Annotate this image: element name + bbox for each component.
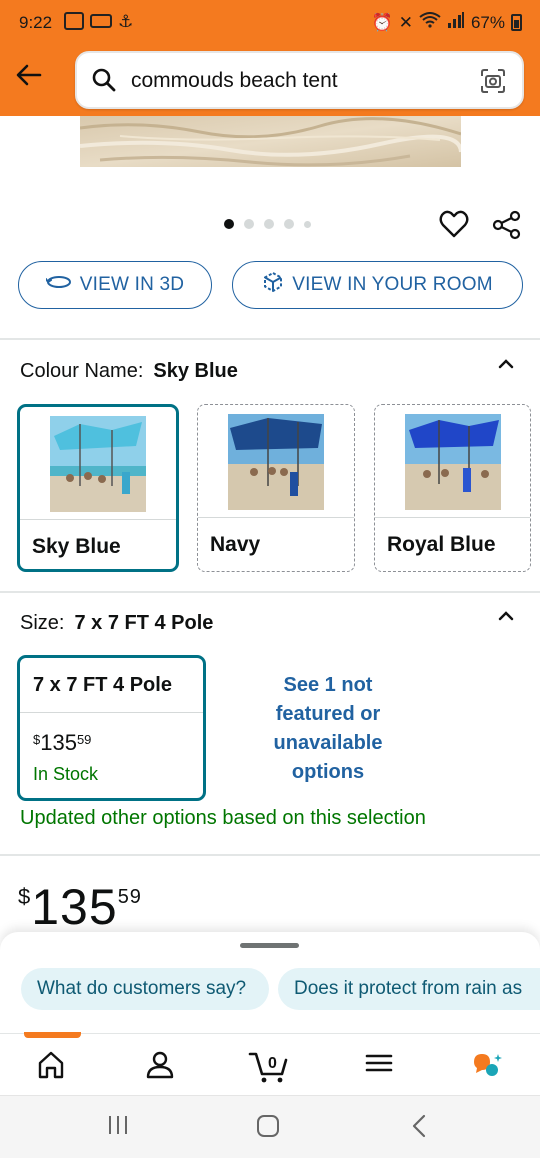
screen: 9:22 ⚓ ⏰ ✕ 67% commouds beach tent VIEW … (0, 0, 540, 1158)
price-fraction: 59 (76, 732, 92, 747)
stock-status: In Stock (33, 764, 99, 784)
home-icon[interactable] (34, 1048, 74, 1088)
colour-option-royal-blue[interactable]: Royal Blue (374, 404, 531, 572)
search-bar[interactable]: commouds beach tent (75, 51, 524, 109)
assistant-suggestions-sheet: What do customers say? Does it protect f… (0, 932, 540, 1034)
divider (0, 591, 540, 593)
pagination-dot-2 (244, 219, 254, 229)
size-option-selected[interactable]: 7 x 7 FT 4 Pole $13559 In Stock (17, 655, 206, 801)
menu-icon[interactable] (364, 1048, 404, 1088)
recent-apps-icon[interactable] (106, 1114, 130, 1141)
rufus-icon[interactable] (470, 1048, 510, 1088)
colour-option-label: Sky Blue (32, 535, 121, 558)
status-bar: 9:22 ⚓ ⏰ ✕ 67% (0, 0, 540, 46)
battery-percent: 67% (470, 12, 505, 32)
system-navigation-bar (0, 1095, 540, 1158)
colour-option-navy[interactable]: Navy (197, 404, 355, 572)
pagination-dot-3 (264, 219, 274, 229)
view-in-3d-button[interactable]: VIEW IN 3D (18, 261, 212, 309)
product-image[interactable] (80, 116, 461, 167)
share-icon[interactable] (492, 210, 522, 245)
colour-option-label: Navy (210, 533, 261, 556)
pagination-dot-4 (284, 219, 294, 229)
chevron-up-icon[interactable] (498, 608, 514, 624)
mute-icon: ✕ (398, 12, 413, 32)
image-pagination (224, 219, 311, 229)
size-value: 7 x 7 FT 4 Pole (74, 612, 214, 634)
home-button-icon[interactable] (256, 1114, 280, 1143)
size-option-price: $13559 (33, 730, 91, 756)
price-currency: $ (33, 732, 41, 747)
product-price: $13559 (18, 878, 142, 936)
swatch-divider (20, 519, 176, 520)
price-whole: 135 (40, 730, 77, 755)
alarm-icon: ⏰ (371, 12, 393, 32)
size-label: Size: (20, 612, 65, 634)
price-whole: 135 (31, 879, 118, 935)
camera-lens-icon[interactable] (480, 68, 506, 99)
cart-icon[interactable]: 0 (248, 1048, 292, 1088)
status-time: 9:22 (19, 13, 53, 32)
anchor-notification-icon: ⚓ (118, 12, 134, 31)
divider (0, 854, 540, 856)
colour-option-label: Royal Blue (387, 533, 496, 556)
view-in-your-room-button[interactable]: VIEW IN YOUR ROOM (232, 261, 523, 309)
size-option-name: 7 x 7 FT 4 Pole (33, 674, 172, 696)
heart-icon[interactable] (439, 210, 469, 243)
back-button-icon[interactable] (410, 1114, 430, 1143)
search-icon (91, 67, 117, 98)
back-arrow-icon[interactable] (14, 60, 46, 94)
colour-name-row: Colour Name: Sky Blue (20, 360, 238, 383)
chevron-up-icon[interactable] (498, 356, 514, 372)
battery-icon (511, 14, 522, 31)
view-in-3d-label: VIEW IN 3D (79, 274, 185, 295)
wifi-icon (419, 12, 441, 33)
size-row: Size: 7 x 7 FT 4 Pole (20, 612, 213, 635)
swatch-divider (198, 517, 354, 518)
gallery-notification-icon (64, 12, 84, 30)
active-tab-indicator (24, 1032, 81, 1038)
app-header: commouds beach tent (0, 46, 540, 116)
view-in-your-room-label: VIEW IN YOUR ROOM (292, 274, 493, 295)
suggestion-chip[interactable]: Does it protect from rain as (278, 968, 540, 1010)
colour-name-label: Colour Name: (20, 360, 144, 382)
divider (0, 338, 540, 340)
navy-thumbnail (228, 414, 324, 510)
colour-name-value: Sky Blue (153, 360, 238, 382)
bottom-navigation: 0 (0, 1032, 540, 1095)
see-unavailable-options-link[interactable]: See 1 not featured or unavailable option… (252, 671, 404, 787)
notification-icons: ⚓ (64, 12, 133, 32)
colour-option-sky-blue[interactable]: Sky Blue (17, 404, 179, 572)
pagination-dot-1 (224, 219, 234, 229)
size-option-divider (20, 712, 203, 713)
system-icons: ⏰ ✕ 67% (372, 12, 522, 33)
suggestion-chip[interactable]: What do customers say? (21, 968, 269, 1010)
rotate-3d-icon (44, 274, 72, 296)
updated-options-note: Updated other options based on this sele… (20, 807, 426, 829)
pagination-dot-5 (304, 220, 311, 228)
search-input[interactable]: commouds beach tent (131, 69, 338, 93)
voicemail-notification-icon (90, 14, 112, 28)
sky-blue-thumbnail (50, 416, 146, 512)
account-icon[interactable] (143, 1048, 183, 1088)
cart-count: 0 (268, 1055, 277, 1072)
price-currency: $ (18, 884, 32, 909)
swatch-divider (375, 517, 530, 518)
ar-cube-icon (262, 271, 284, 299)
royal-blue-thumbnail (404, 414, 501, 510)
signal-icon (447, 12, 465, 33)
price-fraction: 59 (117, 886, 142, 908)
sheet-drag-handle[interactable] (240, 943, 299, 948)
